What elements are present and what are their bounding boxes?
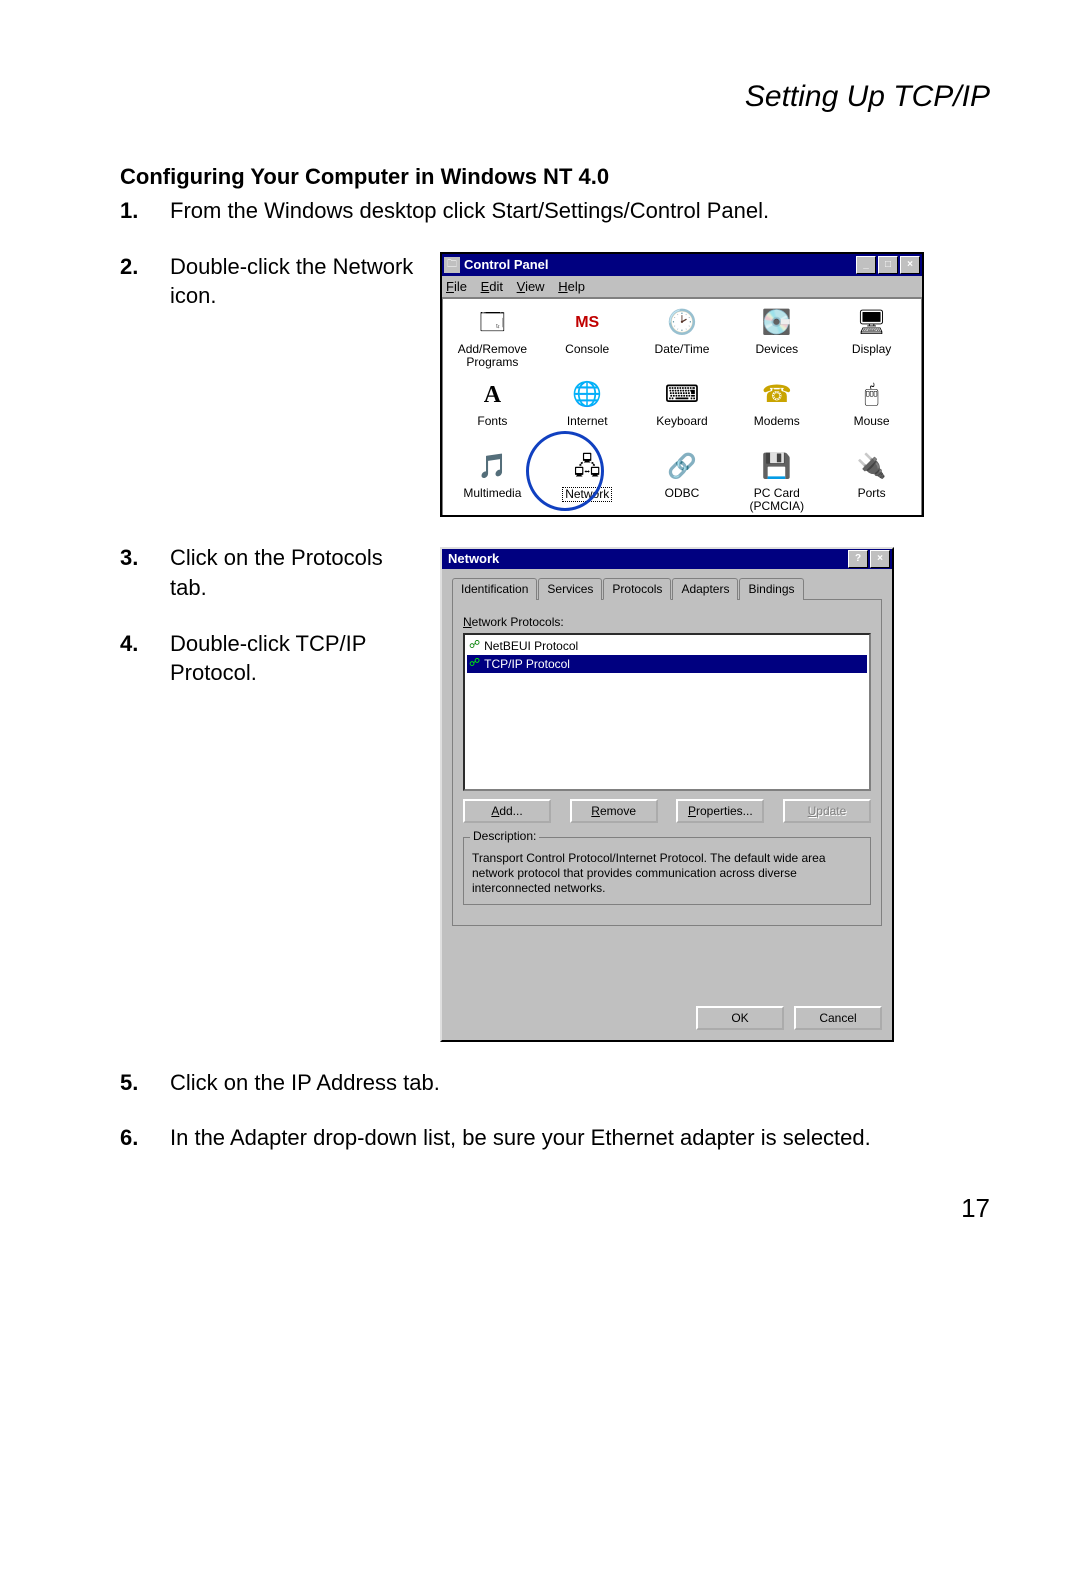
cp-item-network[interactable]: 🖧Network	[540, 449, 635, 515]
step-text: Click on the IP Address tab.	[170, 1068, 990, 1098]
cancel-button[interactable]: Cancel	[794, 1006, 882, 1030]
add-remove-icon: 🗔	[474, 305, 510, 341]
add-button[interactable]: Add...	[463, 799, 551, 823]
description-label: Description:	[470, 829, 539, 844]
close-button[interactable]: ×	[870, 550, 890, 568]
cp-item-ports[interactable]: 🔌Ports	[824, 449, 919, 515]
mouse-icon: 🖱	[854, 377, 890, 413]
step-text: Click on the Protocols tab.	[170, 543, 420, 602]
console-icon: MS	[569, 305, 605, 341]
dialog-title: Network	[444, 550, 846, 568]
control-panel-icon: 🗀	[444, 257, 460, 273]
cp-item-multimedia[interactable]: 🎵Multimedia	[445, 449, 540, 515]
step-text: From the Windows desktop click Start/Set…	[170, 196, 990, 226]
control-panel-window: 🗀 Control Panel _ □ × File Edit View	[440, 252, 924, 518]
menu-help[interactable]: Help	[558, 279, 585, 294]
odbc-icon: 🔗	[664, 449, 700, 485]
menu-view[interactable]: View	[517, 279, 545, 294]
section-title: Configuring Your Computer in Windows NT …	[120, 164, 990, 190]
tab-identification[interactable]: Identification	[452, 578, 537, 600]
page-number: 17	[120, 1193, 990, 1224]
protocol-icon: ☍	[469, 656, 480, 671]
step-text: Double-click the Network icon.	[170, 252, 420, 311]
datetime-icon: 🕑	[664, 305, 700, 341]
modems-icon: ☎	[759, 377, 795, 413]
cp-item-display[interactable]: 🖥Display	[824, 305, 919, 371]
titlebar[interactable]: Network ? ×	[442, 549, 892, 569]
tab-bindings[interactable]: Bindings	[739, 578, 803, 600]
cp-item-pccard[interactable]: 💾PC Card (PCMCIA)	[729, 449, 824, 515]
cp-item-fonts[interactable]: AFonts	[445, 377, 540, 443]
ok-button[interactable]: OK	[696, 1006, 784, 1030]
protocol-item-netbeui[interactable]: ☍ NetBEUI Protocol	[467, 637, 867, 655]
cp-item-datetime[interactable]: 🕑Date/Time	[635, 305, 730, 371]
step-number: 3.	[120, 543, 170, 602]
keyboard-icon: ⌨	[664, 377, 700, 413]
tab-bar: Identification Services Protocols Adapte…	[452, 577, 882, 600]
step-number: 5.	[120, 1068, 170, 1098]
minimize-button[interactable]: _	[856, 256, 876, 274]
properties-button[interactable]: Properties...	[676, 799, 764, 823]
protocols-listbox[interactable]: ☍ NetBEUI Protocol ☍ TCP/IP Protocol	[463, 633, 871, 791]
window-title: Control Panel	[464, 256, 854, 274]
cp-item-add-remove[interactable]: 🗔Add/Remove Programs	[445, 305, 540, 371]
tab-protocols[interactable]: Protocols	[603, 578, 671, 600]
description-group: Description: Transport Control Protocol/…	[463, 837, 871, 905]
display-icon: 🖥	[854, 305, 890, 341]
multimedia-icon: 🎵	[474, 449, 510, 485]
description-text: Transport Control Protocol/Internet Prot…	[472, 851, 826, 895]
page-header: Setting Up TCP/IP	[120, 80, 990, 114]
internet-icon: 🌐	[569, 377, 605, 413]
cp-item-console[interactable]: MSConsole	[540, 305, 635, 371]
pccard-icon: 💾	[759, 449, 795, 485]
protocol-item-tcpip[interactable]: ☍ TCP/IP Protocol	[467, 655, 867, 673]
network-icon: 🖧	[569, 449, 605, 485]
cp-item-devices[interactable]: 💽Devices	[729, 305, 824, 371]
icon-grid: 🗔Add/Remove Programs MSConsole 🕑Date/Tim…	[442, 298, 922, 515]
remove-button[interactable]: Remove	[570, 799, 658, 823]
devices-icon: 💽	[759, 305, 795, 341]
protocol-icon: ☍	[469, 638, 480, 653]
maximize-button[interactable]: □	[878, 256, 898, 274]
tab-services[interactable]: Services	[538, 578, 602, 600]
list-label: Network Protocols:	[463, 614, 871, 630]
step-text: Double-click TCP/IP Protocol.	[170, 629, 420, 688]
menu-edit[interactable]: Edit	[481, 279, 503, 294]
titlebar[interactable]: 🗀 Control Panel _ □ ×	[442, 254, 922, 276]
ports-icon: 🔌	[854, 449, 890, 485]
update-button: Update	[783, 799, 871, 823]
step-number: 4.	[120, 629, 170, 688]
step-number: 6.	[120, 1123, 170, 1153]
step-number: 1.	[120, 196, 170, 226]
menu-bar[interactable]: File Edit View Help	[442, 276, 922, 299]
cp-item-mouse[interactable]: 🖱Mouse	[824, 377, 919, 443]
step-number: 2.	[120, 252, 170, 311]
step-text: In the Adapter drop-down list, be sure y…	[170, 1123, 990, 1153]
help-button[interactable]: ?	[848, 550, 868, 568]
cp-item-modems[interactable]: ☎Modems	[729, 377, 824, 443]
tab-adapters[interactable]: Adapters	[672, 578, 738, 600]
menu-file[interactable]: File	[446, 279, 467, 294]
fonts-icon: A	[474, 377, 510, 413]
network-dialog: Network ? × Identification Services Prot…	[440, 547, 894, 1041]
cp-item-keyboard[interactable]: ⌨Keyboard	[635, 377, 730, 443]
close-button[interactable]: ×	[900, 256, 920, 274]
cp-item-odbc[interactable]: 🔗ODBC	[635, 449, 730, 515]
